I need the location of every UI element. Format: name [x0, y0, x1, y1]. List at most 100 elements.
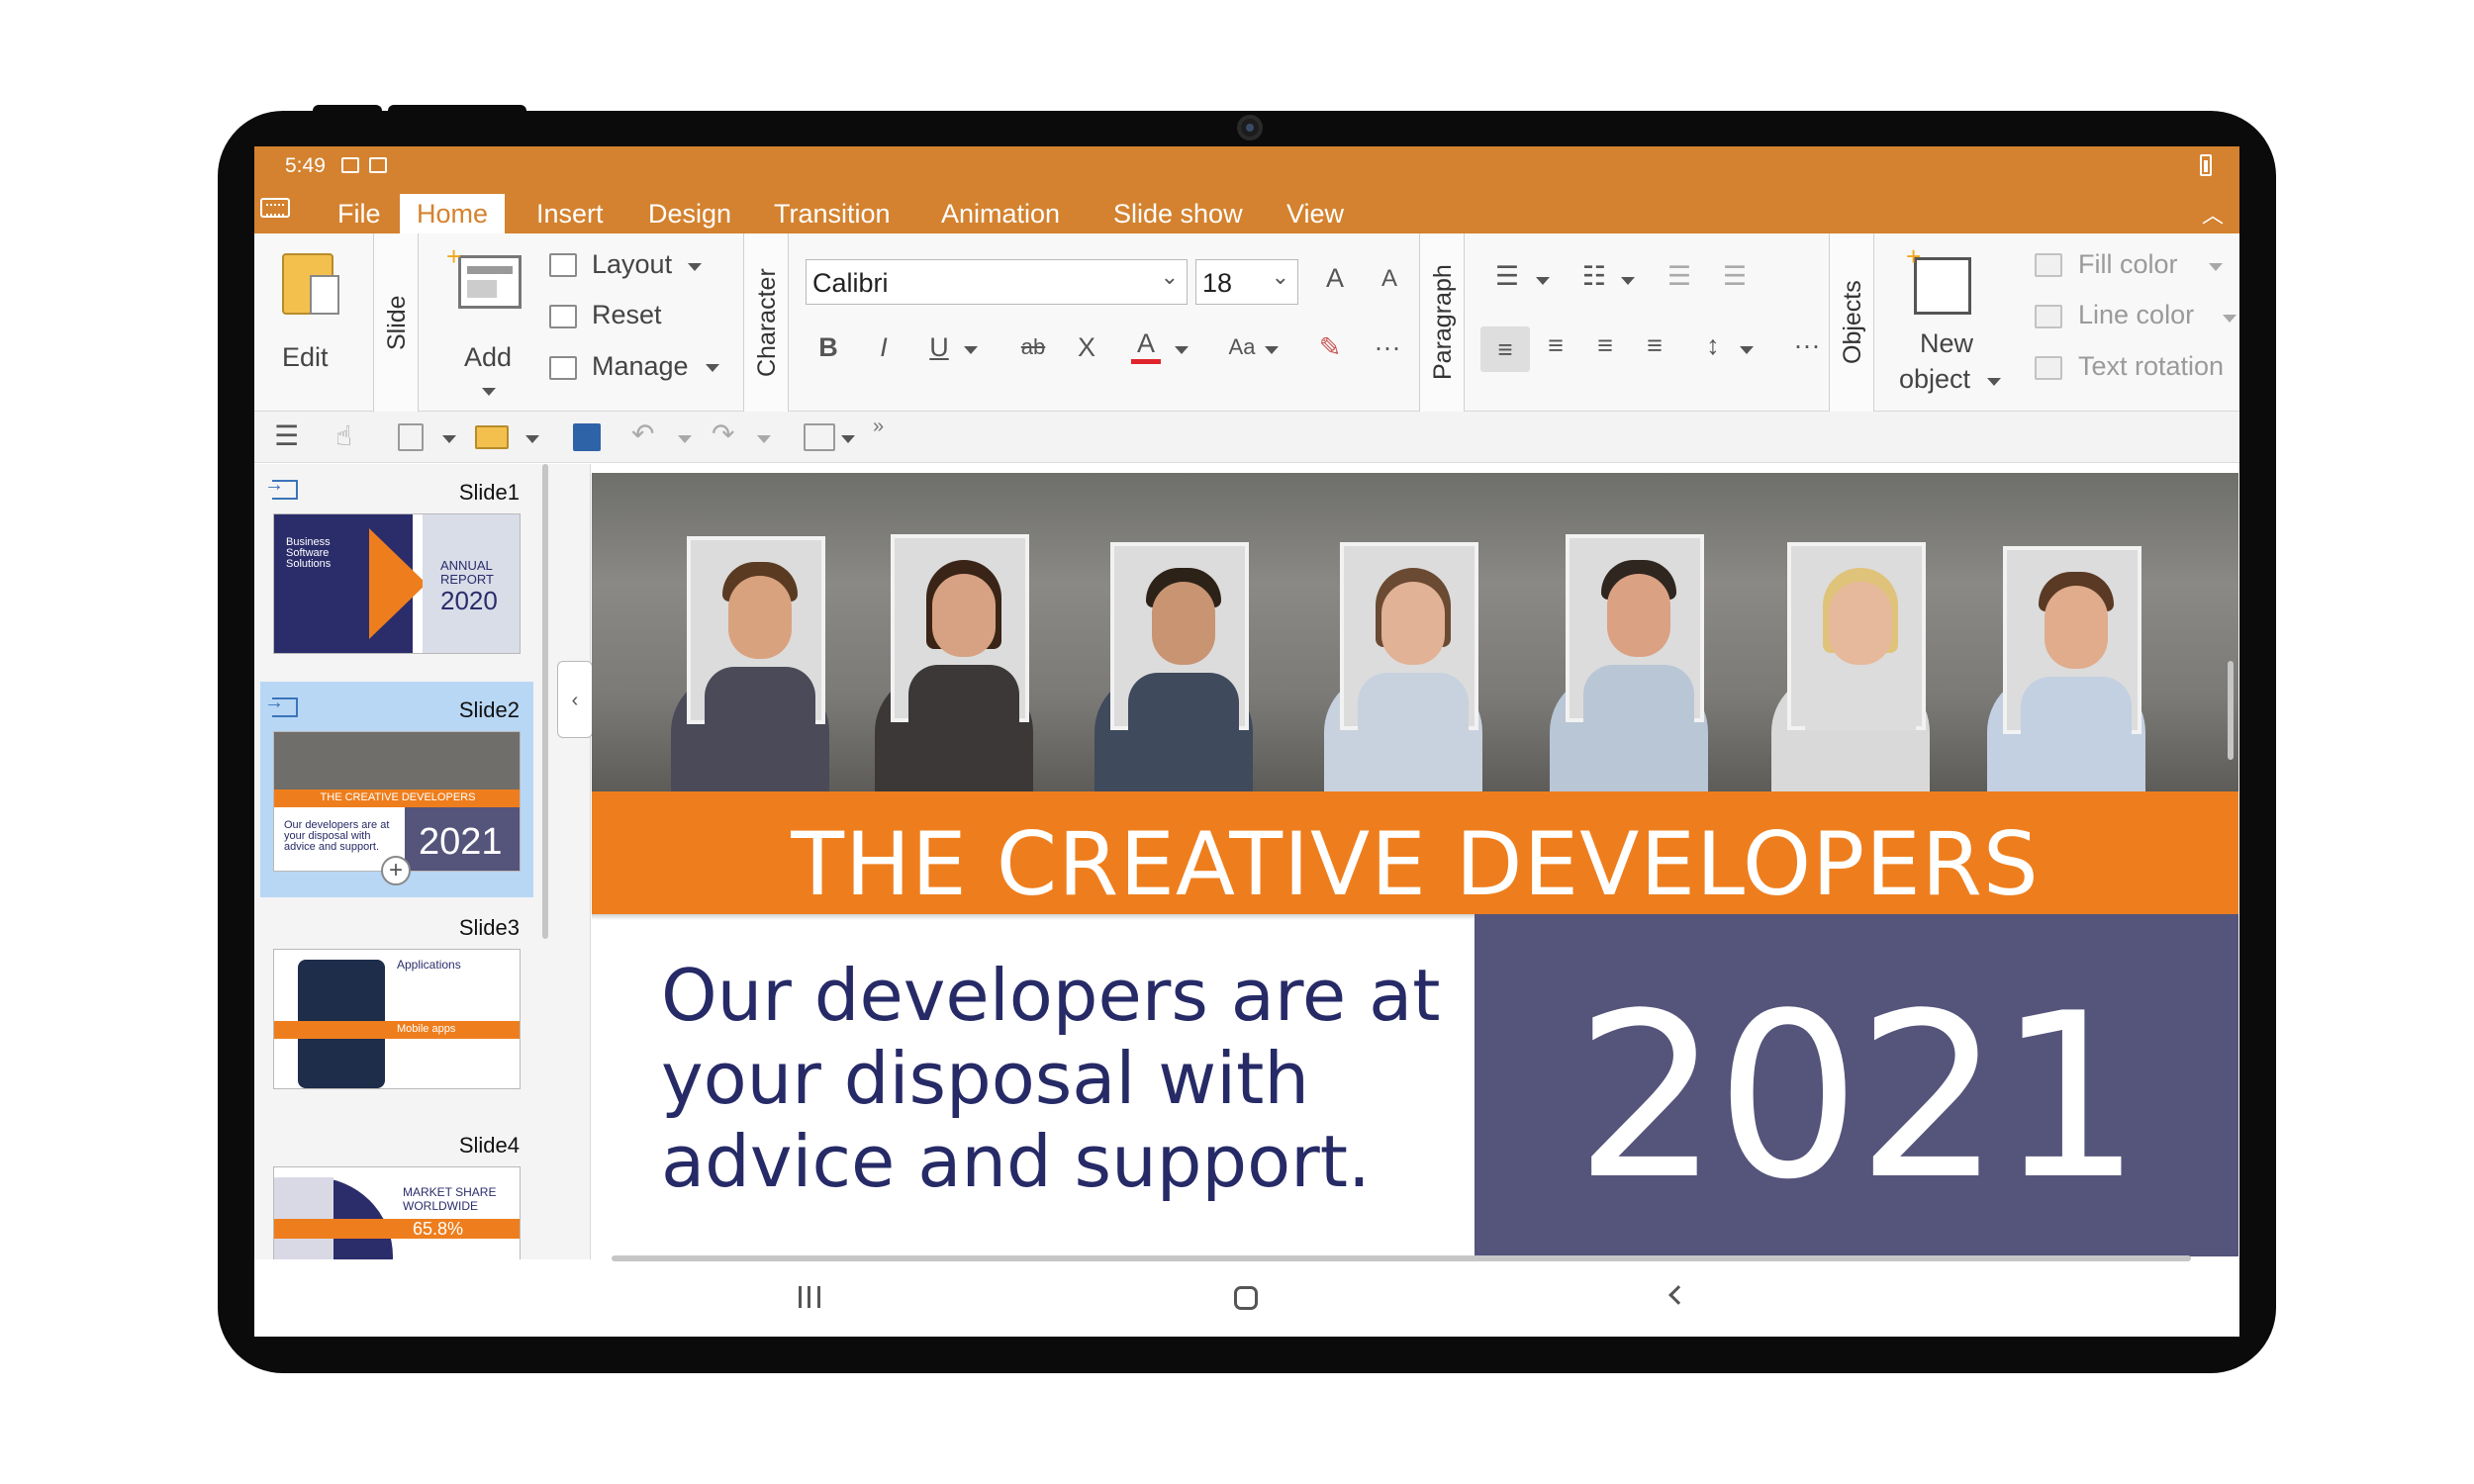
grow-font-button[interactable]: A: [1320, 263, 1350, 294]
collapse-ribbon-icon[interactable]: ︿: [2202, 198, 2224, 230]
edit-button[interactable]: Edit: [274, 247, 363, 396]
chevron-down-icon: ⌄: [1160, 264, 1179, 289]
line-color-button[interactable]: Line color: [2078, 300, 2194, 330]
new-document-dropdown-caret[interactable]: [442, 435, 456, 443]
bold-button[interactable]: B: [813, 332, 843, 363]
open-folder-icon[interactable]: [475, 425, 509, 449]
mail-icon: [369, 157, 387, 173]
more-character-button[interactable]: ···: [1373, 332, 1402, 363]
open-dropdown-caret[interactable]: [525, 435, 539, 443]
slide-thumbnail-image: Applications Mobile apps: [273, 949, 521, 1089]
tab-transition[interactable]: Transition: [757, 194, 907, 233]
slide-thumbnail-4[interactable]: Slide4 MARKET SHARE WORLDWIDE 65.8%: [260, 1117, 533, 1259]
font-name-select[interactable]: Calibri ⌄: [806, 259, 1188, 305]
home-icon[interactable]: [1234, 1286, 1258, 1310]
clear-format-button[interactable]: X: [1072, 332, 1101, 363]
year-box: 2021: [1475, 914, 2238, 1256]
tab-slide-show[interactable]: Slide show: [1096, 194, 1260, 233]
decrease-indent-icon[interactable]: ☰: [1665, 261, 1694, 292]
italic-button[interactable]: I: [869, 332, 899, 363]
horizontal-scrollbar[interactable]: [612, 1255, 2191, 1261]
align-center-icon[interactable]: ≡: [1541, 330, 1570, 361]
slide-thumbnail-2[interactable]: Slide2 THE CREATIVE DEVELOPERS Our devel…: [260, 682, 533, 897]
tab-home[interactable]: Home: [400, 194, 506, 233]
keyboard-icon[interactable]: [260, 198, 290, 218]
case-dropdown-caret[interactable]: [1265, 346, 1279, 354]
panel-collapse-handle[interactable]: ‹: [557, 661, 593, 738]
new-object-button[interactable]: + New object: [1884, 241, 2001, 396]
more-toolbar-icon[interactable]: »: [873, 416, 884, 438]
more-paragraph-button[interactable]: ···: [1792, 330, 1822, 361]
underline-button[interactable]: U: [924, 332, 954, 363]
undo-dropdown-caret[interactable]: [678, 435, 692, 443]
justify-icon[interactable]: ≡: [1640, 330, 1669, 361]
line-color-dropdown-caret[interactable]: [2223, 315, 2236, 323]
numbering-dropdown-caret[interactable]: [1621, 277, 1635, 285]
align-right-icon[interactable]: ≡: [1590, 330, 1620, 361]
save-icon[interactable]: [573, 423, 601, 451]
slide-name: Slide2: [458, 697, 520, 722]
tab-view[interactable]: View: [1270, 194, 1361, 233]
add-slide-button[interactable]: + Add: [442, 241, 537, 396]
recent-apps-icon[interactable]: [799, 1286, 820, 1308]
manage-button[interactable]: Manage: [592, 351, 689, 382]
line-spacing-icon[interactable]: ↕: [1698, 330, 1728, 361]
hardware-button: [313, 105, 382, 117]
line-spacing-dropdown-caret[interactable]: [1740, 346, 1754, 354]
person-photo: [651, 495, 849, 791]
add-slide-icon[interactable]: +: [381, 856, 411, 885]
format-painter-icon[interactable]: ✎: [1315, 332, 1345, 363]
person-photo: [1967, 495, 2165, 791]
fill-color-button[interactable]: Fill color: [2078, 249, 2178, 280]
hand-tool-icon[interactable]: ☝: [335, 419, 352, 452]
view-mode-icon[interactable]: [804, 423, 835, 451]
shrink-font-button[interactable]: A: [1375, 265, 1404, 293]
strikethrough-button[interactable]: ab: [1018, 334, 1048, 360]
paragraph-group-label: Paragraph: [1419, 233, 1465, 412]
manage-dropdown-caret[interactable]: [706, 364, 719, 372]
vertical-scrollbar[interactable]: [2228, 661, 2234, 760]
bullet-dropdown-caret[interactable]: [1536, 277, 1550, 285]
view-mode-dropdown-caret[interactable]: [841, 435, 855, 443]
reset-icon: [549, 305, 577, 328]
slide-canvas[interactable]: THE CREATIVE DEVELOPERS Our developers a…: [592, 473, 2238, 1256]
undo-icon[interactable]: ↶: [631, 417, 654, 450]
reset-button[interactable]: Reset: [592, 300, 662, 330]
new-document-icon[interactable]: [398, 423, 424, 451]
body-line: advice and support.: [661, 1120, 1371, 1203]
redo-dropdown-caret[interactable]: [757, 435, 771, 443]
slide-thumbnail-image: THE CREATIVE DEVELOPERS Our developers a…: [273, 731, 521, 872]
change-case-button[interactable]: Aa: [1222, 334, 1262, 360]
hardware-button: [388, 105, 526, 117]
slide-thumbnail-3[interactable]: Slide3 Applications Mobile apps: [260, 899, 533, 1115]
redo-icon[interactable]: ↷: [712, 417, 734, 450]
align-left-icon[interactable]: ≡: [1480, 326, 1530, 372]
numbered-list-icon[interactable]: ☷: [1579, 261, 1609, 292]
goto-slide-icon[interactable]: [264, 474, 298, 500]
layout-button[interactable]: Layout: [592, 249, 672, 280]
font-color-button[interactable]: A: [1131, 328, 1161, 364]
layout-dropdown-caret[interactable]: [688, 263, 702, 271]
goto-slide-icon[interactable]: [264, 692, 298, 717]
font-color-dropdown-caret[interactable]: [1175, 346, 1189, 354]
increase-indent-icon[interactable]: ☰: [1720, 261, 1750, 292]
tab-animation[interactable]: Animation: [924, 194, 1077, 233]
tab-insert[interactable]: Insert: [520, 194, 620, 233]
font-size-select[interactable]: 18 ⌄: [1195, 259, 1298, 305]
tab-file[interactable]: File: [321, 194, 398, 233]
slide-thumbnail-1[interactable]: Slide1 Business Software Solutions ANNUA…: [260, 464, 533, 680]
person-photo: [1075, 495, 1273, 791]
person-photo: [855, 495, 1053, 791]
bullet-list-icon[interactable]: ☰: [1492, 261, 1522, 292]
add-dropdown-caret[interactable]: [482, 388, 496, 396]
tab-design[interactable]: Design: [631, 194, 748, 233]
fill-color-dropdown-caret[interactable]: [2209, 263, 2223, 271]
sidebar-toggle-icon[interactable]: ☰: [274, 419, 299, 452]
new-object-label-1: New: [1920, 328, 1974, 358]
back-icon[interactable]: [1668, 1285, 1688, 1305]
panel-scrollbar[interactable]: [542, 464, 548, 939]
text-rotation-button[interactable]: Text rotation: [2078, 351, 2224, 382]
underline-dropdown-caret[interactable]: [964, 346, 978, 354]
layout-icon: [549, 253, 577, 277]
new-object-dropdown-caret[interactable]: [1987, 378, 2001, 386]
